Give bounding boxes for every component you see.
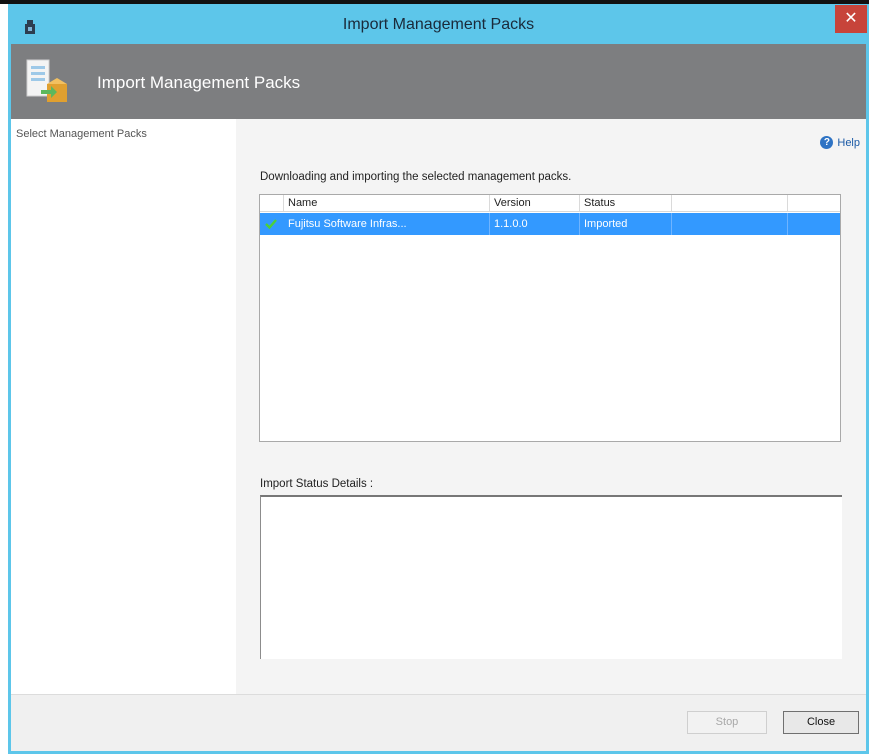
import-dialog-window: Import Management Packs ✕ Import Managem… [8,4,869,754]
column-header-icon [260,195,284,211]
row-name-cell: Fujitsu Software Infras... [284,213,490,235]
row-extra-cell-1 [672,213,788,235]
banner-title: Import Management Packs [97,73,301,92]
step-select-management-packs[interactable]: Select Management Packs [16,128,147,140]
import-status-details-box[interactable] [260,495,842,659]
close-button[interactable]: Close [783,711,859,734]
help-label: Help [837,136,860,149]
dialog-footer: Stop Close [11,694,866,751]
check-icon [265,219,277,230]
row-icon-cell [260,213,284,235]
column-header-version[interactable]: Version [490,195,580,211]
wizard-steps-pane: Select Management Packs [11,119,236,694]
import-status-details-label: Import Status Details : [260,478,374,490]
management-packs-list[interactable]: Name Version Status Fujitsu Software Inf… [259,194,841,442]
column-header-extra-1[interactable] [672,195,788,211]
column-header-extra-2[interactable] [788,195,840,211]
row-version-cell: 1.1.0.0 [490,213,580,235]
wizard-content: Select Management Packs ? Help Downloadi… [11,119,866,694]
title-bar[interactable]: Import Management Packs ✕ [8,4,869,44]
help-link[interactable]: ? Help [820,136,860,149]
header-banner: Import Management Packs [11,44,866,119]
column-header-status[interactable]: Status [580,195,672,211]
window-title: Import Management Packs [342,16,535,33]
stop-button[interactable]: Stop [687,711,767,734]
column-header-name[interactable]: Name [284,195,490,211]
progress-description: Downloading and importing the selected m… [260,171,572,183]
management-pack-import-icon [26,59,67,102]
help-icon: ? [820,136,834,149]
row-extra-cell-2 [788,213,840,235]
close-window-button[interactable]: ✕ [835,5,867,33]
row-status-cell: Imported [580,213,672,235]
list-header: Name Version Status [260,195,840,212]
table-row[interactable]: Fujitsu Software Infras... 1.1.0.0 Impor… [260,213,840,235]
